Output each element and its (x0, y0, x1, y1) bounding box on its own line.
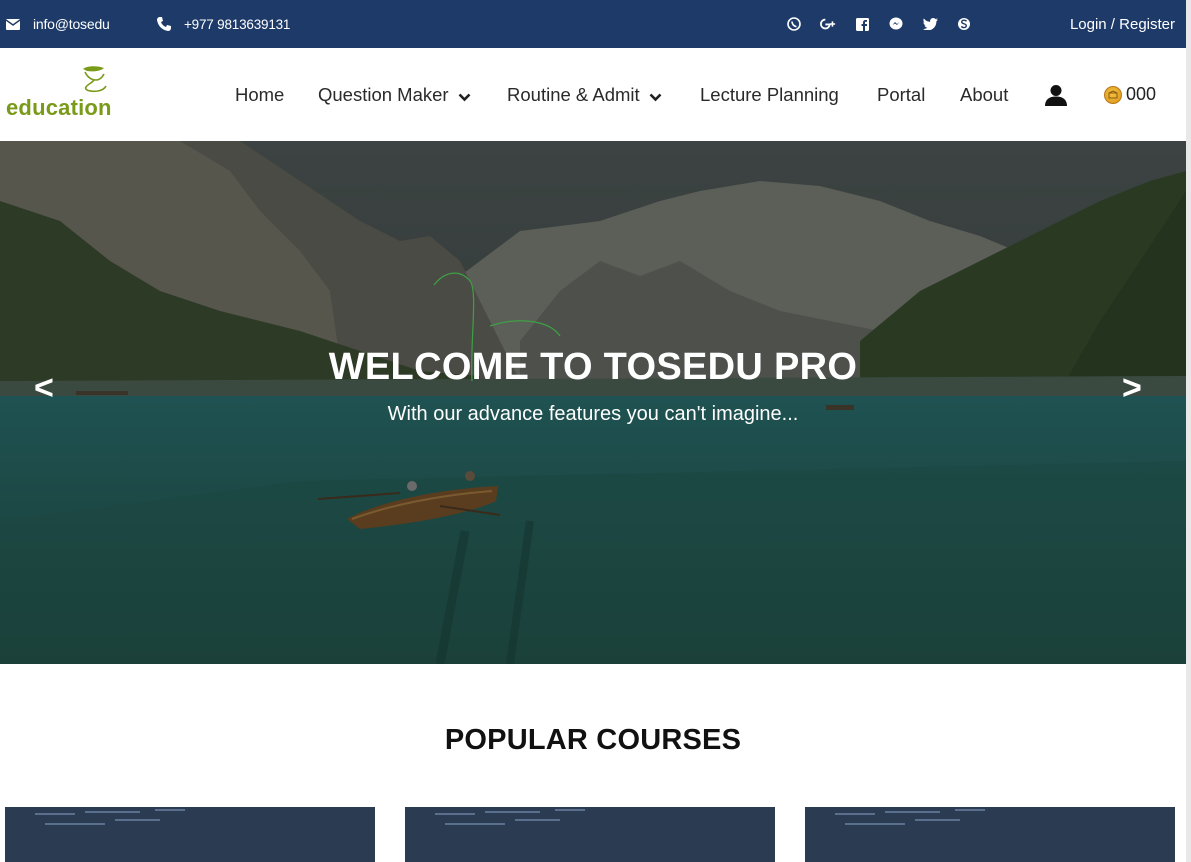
nav-about[interactable]: About (960, 48, 1008, 141)
facebook-icon[interactable] (854, 16, 870, 32)
logo-text: education (6, 95, 112, 120)
nav-label: Question Maker (318, 83, 449, 105)
coin-balance[interactable]: 000 (1104, 48, 1156, 141)
course-card[interactable] (805, 807, 1175, 862)
hero-title: WELCOME TO TOSEDU PRO (328, 346, 858, 388)
hero-next-arrow[interactable]: > (1122, 369, 1142, 408)
google-plus-icon[interactable] (820, 16, 836, 32)
email-text: info@tosedu (33, 16, 110, 32)
nav-home[interactable]: Home (235, 48, 284, 141)
top-bar: info@tosedu +977 9813639131 Login / Regi… (0, 0, 1186, 48)
messenger-icon[interactable] (888, 16, 904, 32)
nav-portal[interactable]: Portal (877, 48, 925, 141)
user-account-button[interactable] (1045, 48, 1067, 141)
phone-icon (157, 17, 171, 31)
chevron-down-icon (458, 93, 471, 102)
phone-contact[interactable]: +977 9813639131 (157, 0, 290, 48)
email-contact[interactable]: info@tosedu (6, 0, 110, 48)
page-scrollbar[interactable] (1186, 0, 1191, 862)
social-links (786, 14, 990, 34)
viber-icon[interactable] (786, 16, 802, 32)
hero-slider: < WELCOME TO TOSEDU PRO With our advance… (0, 141, 1186, 664)
envelope-icon (6, 18, 20, 30)
nav-lecture-planning[interactable]: Lecture Planning (700, 48, 839, 141)
nav-routine-admit[interactable]: Routine & Admit (507, 48, 662, 141)
course-card[interactable] (5, 807, 375, 862)
nav-label: Home (235, 83, 285, 105)
course-card[interactable] (405, 807, 775, 862)
main-navbar: education Home Question Maker Routine & … (0, 48, 1186, 141)
nav-label: Portal (877, 83, 926, 105)
nav-label: Routine & Admit (507, 83, 640, 105)
nav-question-maker[interactable]: Question Maker (318, 48, 471, 141)
chevron-down-icon (649, 93, 662, 102)
user-icon (1045, 84, 1067, 106)
site-logo[interactable]: education (6, 62, 126, 128)
phone-text: +977 9813639131 (184, 16, 291, 32)
popular-courses-title: POPULAR COURSES (444, 724, 742, 756)
hero-subtitle: With our advance features you can't imag… (387, 403, 799, 425)
login-register-link[interactable]: Login / Register (1070, 0, 1175, 48)
coin-icon (1104, 85, 1122, 104)
nav-label: Lecture Planning (700, 83, 839, 105)
coin-count: 000 (1126, 84, 1157, 104)
skype-icon[interactable] (956, 16, 972, 32)
nav-label: About (960, 83, 1009, 105)
twitter-icon[interactable] (922, 16, 938, 32)
